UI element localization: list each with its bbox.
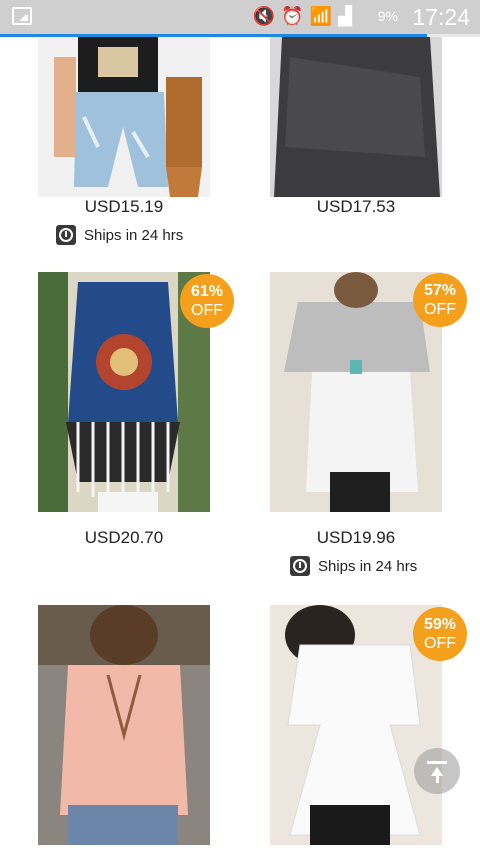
product-image[interactable] [38, 605, 210, 845]
clock: 17:24 [412, 4, 470, 30]
signal-icon: ▟ [338, 6, 358, 26]
discount-label: OFF [424, 301, 456, 318]
alarm-icon: ⏰ [281, 6, 310, 26]
ships-label: Ships in 24 hrs [84, 226, 184, 244]
discount-badge: 59% OFF [413, 607, 467, 661]
product-price: USD20.70 [84, 528, 164, 547]
product-price: USD19.96 [316, 528, 396, 547]
mute-icon: 🔇 [252, 6, 282, 26]
discount-percent: 59% [423, 616, 457, 633]
discount-percent: 57% [423, 282, 457, 299]
clock-icon [290, 556, 310, 576]
ships-info: Ships in 24 hrs [290, 556, 417, 576]
gallery-icon [12, 7, 32, 25]
ships-info: Ships in 24 hrs [56, 225, 183, 245]
product-price: USD17.53 [316, 197, 396, 216]
ships-label: Ships in 24 hrs [318, 557, 418, 575]
discount-badge: 57% OFF [413, 273, 467, 327]
discount-percent: 61% [190, 283, 224, 300]
status-icons: 🔇⏰📶▟ [253, 6, 358, 27]
battery-level: 9% [377, 8, 398, 24]
back-to-top-button[interactable] [414, 748, 460, 794]
discount-label: OFF [191, 302, 223, 319]
status-bar: 🔇⏰📶▟ 9% 17:24 [0, 0, 480, 34]
product-image[interactable] [38, 37, 210, 197]
discount-label: OFF [424, 635, 456, 652]
discount-badge: 61% OFF [180, 274, 234, 328]
wifi-icon: 📶 [309, 6, 339, 26]
arrow-up-icon [436, 775, 439, 783]
clock-icon [56, 225, 76, 245]
product-image[interactable] [270, 37, 442, 197]
product-price: USD15.19 [84, 197, 164, 216]
